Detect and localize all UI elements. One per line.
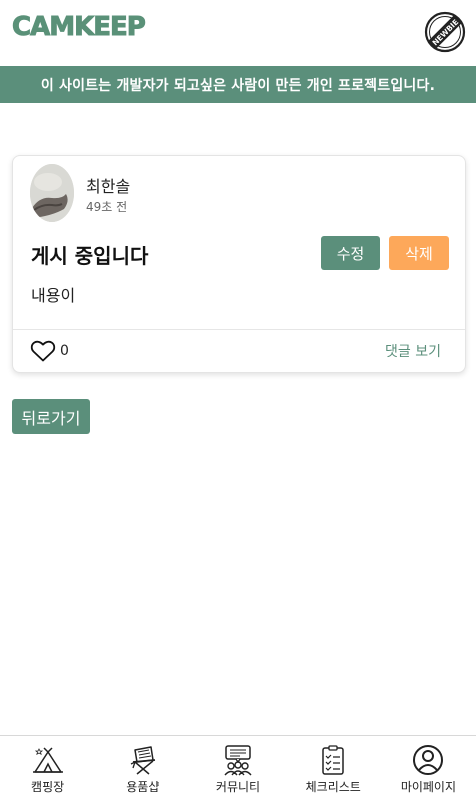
post-time: 49초 전 (86, 200, 128, 214)
like-count: 0 (60, 343, 69, 359)
edit-button[interactable]: 수정 (321, 236, 380, 270)
post-title: 게시 중입니다 (31, 244, 149, 268)
view-comments-link[interactable]: 댓글 보기 (385, 341, 441, 361)
heart-icon[interactable] (30, 339, 56, 363)
user-icon (413, 745, 444, 775)
nav-label-community: 커뮤니티 (215, 780, 261, 794)
author-name: 최한솔 (86, 177, 131, 196)
tent-icon (32, 747, 63, 773)
nav-item-shop[interactable]: 용품샵 (95, 736, 190, 798)
nav-label-checklist: 체크리스트 (305, 780, 361, 794)
post-card: 최한솔 49초 전 게시 중입니다 수정 삭제 내용이 0 댓글 보기 (12, 155, 466, 373)
nav-label-campsite: 캠핑장 (31, 780, 65, 794)
card-divider (13, 329, 465, 330)
notice-banner: 이 사이트는 개발자가 되고싶은 사람이 만든 개인 프로젝트입니다. (0, 66, 476, 103)
nav-item-mypage[interactable]: 마이페이지 (381, 736, 476, 798)
nav-label-shop: 용품샵 (126, 780, 160, 794)
bottom-nav: 캠핑장 용품샵 커뮤니티 체크리스트 마이페이지 (0, 735, 476, 798)
nav-label-mypage: 마이페이지 (400, 780, 457, 794)
nav-item-community[interactable]: 커뮤니티 (190, 736, 285, 798)
checklist-icon (322, 745, 344, 775)
back-button[interactable]: 뒤로가기 (12, 399, 90, 434)
nav-item-campsite[interactable]: 캠핑장 (0, 736, 95, 798)
post-content: 내용이 (31, 286, 76, 305)
nav-item-checklist[interactable]: 체크리스트 (286, 736, 381, 798)
community-icon (224, 745, 252, 776)
app-header: CAMKEEP NEWBIE (0, 0, 476, 66)
camkeep-logo[interactable]: CAMKEEP (12, 12, 147, 43)
avatar (30, 164, 74, 222)
newbie-badge-icon: NEWBIE (424, 11, 466, 53)
delete-button[interactable]: 삭제 (389, 236, 449, 270)
camping-chair-icon (130, 746, 155, 775)
